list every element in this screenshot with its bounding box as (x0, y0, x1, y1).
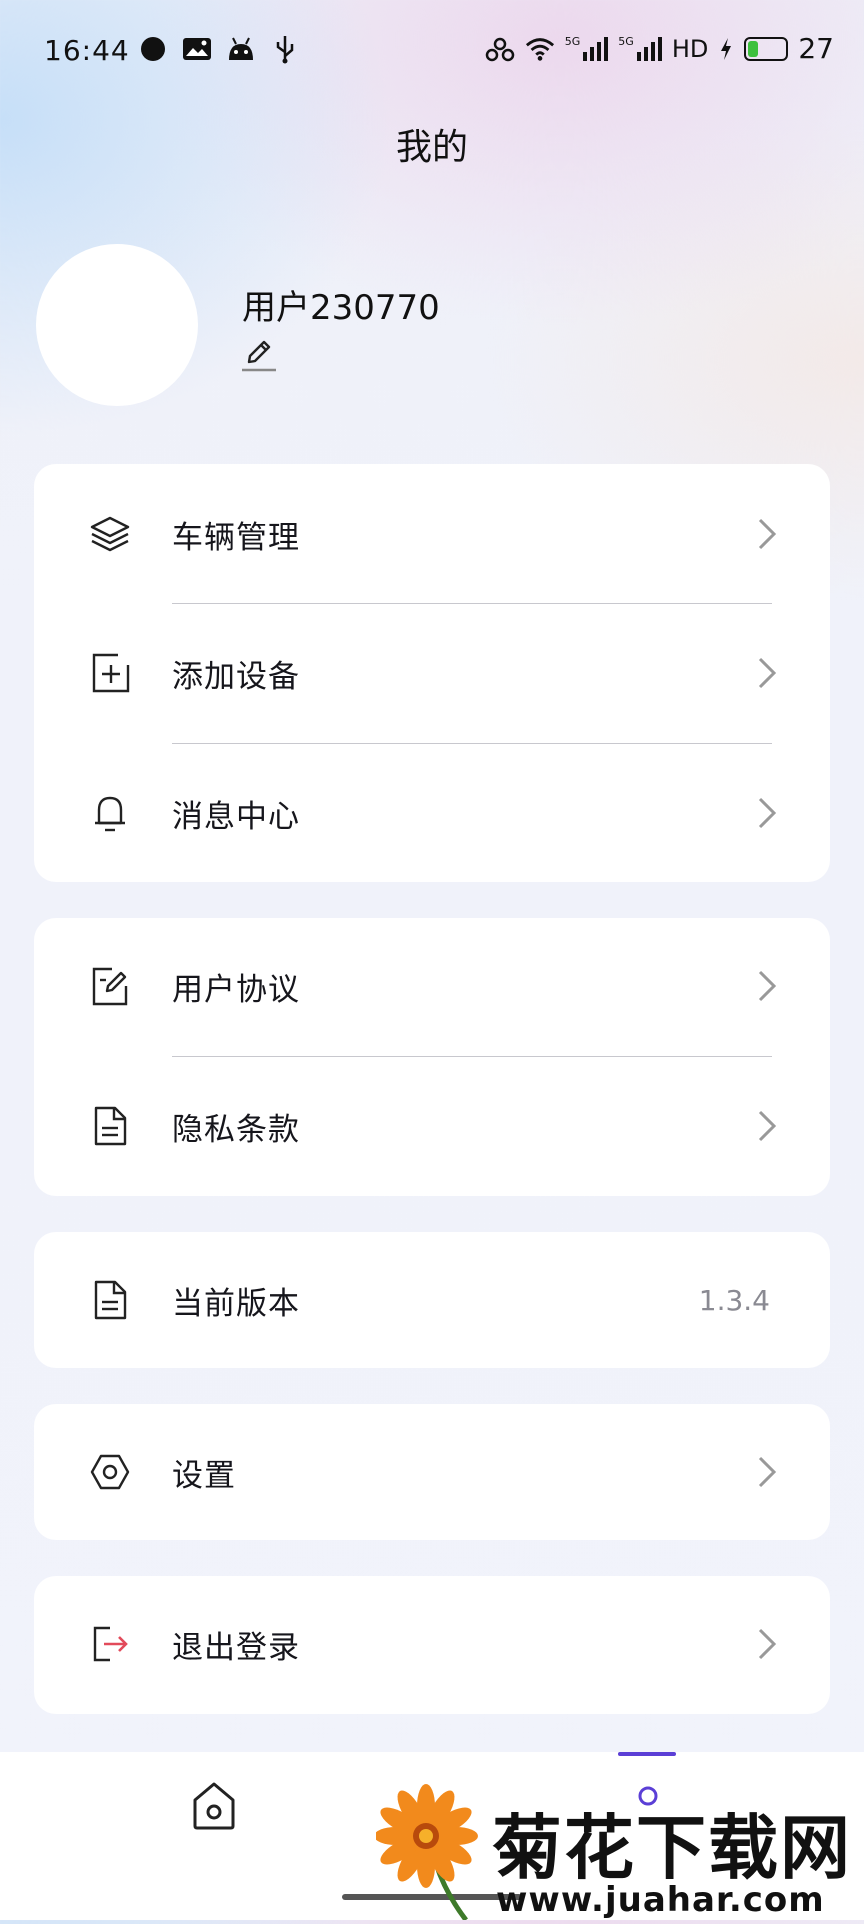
add-square-icon (88, 651, 132, 695)
menu-item-vehicle-management[interactable]: 车辆管理 (34, 466, 830, 602)
watermark-title: 菊花下载网 (492, 1807, 852, 1889)
menu-item-current-version: 当前版本 1.3.4 (34, 1232, 830, 1368)
gallery-icon (182, 34, 212, 64)
divider (172, 1056, 772, 1057)
logout-icon (88, 1622, 132, 1666)
chevron-right-icon (756, 1454, 778, 1490)
active-tab-indicator (618, 1752, 676, 1756)
menu-item-logout[interactable]: 退出登录 (34, 1576, 830, 1712)
battery-icon (744, 36, 789, 61)
divider (172, 603, 772, 604)
message-bubble-icon (138, 34, 168, 64)
menu-item-label: 当前版本 (172, 1285, 300, 1322)
chevron-right-icon (756, 795, 778, 831)
menu-item-user-agreement[interactable]: 用户协议 (34, 918, 830, 1054)
watermark-url: www.juahar.com (496, 1880, 825, 1920)
menu-item-label: 隐私条款 (172, 1111, 300, 1148)
charging-bolt-icon (718, 34, 734, 64)
menu-item-add-device[interactable]: 添加设备 (34, 605, 830, 741)
chevron-right-icon (756, 516, 778, 552)
menu-item-label: 车辆管理 (172, 519, 300, 556)
menu-item-label: 添加设备 (172, 658, 300, 695)
layers-icon (88, 512, 132, 556)
version-value: 1.3.4 (698, 1283, 770, 1317)
chevron-right-icon (756, 1108, 778, 1144)
divider (172, 743, 772, 744)
menu-item-settings[interactable]: 设置 (34, 1404, 830, 1540)
watermark: 菊花下载网 www.juahar.com (374, 1784, 864, 1922)
edit-document-icon (88, 964, 132, 1008)
menu-item-label: 用户协议 (172, 971, 300, 1008)
menu-card-settings: 设置 (34, 1404, 830, 1540)
signal-5g-icon: 5G (565, 36, 609, 62)
username: 用户230770 (242, 288, 440, 328)
menu-card-legal: 用户协议 隐私条款 (34, 918, 830, 1196)
menu-item-privacy-policy[interactable]: 隐私条款 (34, 1058, 830, 1194)
bell-icon (88, 791, 132, 835)
status-bar: 16:44 5G 5G HD 27 (0, 0, 864, 100)
chevron-right-icon (756, 968, 778, 1004)
wifi-icon (525, 34, 555, 64)
status-time: 16:44 (44, 34, 130, 67)
menu-item-label: 消息中心 (172, 798, 300, 835)
page-title: 我的 (395, 127, 468, 168)
menu-card-device: 车辆管理 添加设备 消息中心 (34, 464, 830, 882)
chevron-right-icon (756, 655, 778, 691)
tab-home[interactable] (190, 1780, 238, 1832)
battery-level: 27 (798, 32, 834, 65)
menu-item-message-center[interactable]: 消息中心 (34, 745, 830, 881)
android-icon (226, 34, 256, 64)
menu-item-label: 退出登录 (172, 1629, 300, 1666)
document-icon (88, 1278, 132, 1322)
avatar[interactable] (36, 244, 198, 406)
hd-badge: HD (671, 34, 709, 63)
pencil-icon (240, 340, 278, 378)
hexagon-settings-icon (88, 1450, 132, 1494)
home-icon (190, 1782, 238, 1836)
menu-card-version: 当前版本 1.3.4 (34, 1232, 830, 1368)
flower-logo-icon (374, 1784, 486, 1922)
menu-item-label: 设置 (172, 1457, 236, 1494)
hotspot-icon (485, 34, 515, 64)
edit-profile-button[interactable] (240, 336, 278, 374)
document-icon (88, 1104, 132, 1148)
chevron-right-icon (756, 1626, 778, 1662)
menu-card-logout: 退出登录 (34, 1576, 830, 1714)
signal-5g-icon-2: 5G (618, 36, 662, 62)
usb-icon (270, 34, 300, 64)
